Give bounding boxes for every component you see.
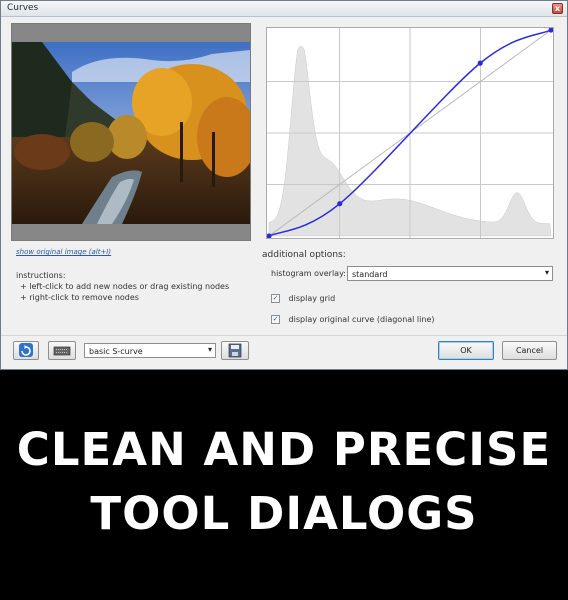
keyboard-button[interactable] [48, 341, 76, 360]
histogram-overlay-select[interactable]: standard ▾ [347, 266, 553, 281]
bottom-separator [1, 335, 567, 336]
window-title: Curves [7, 3, 39, 13]
chevron-down-icon: ▾ [544, 268, 549, 277]
display-grid-option[interactable]: ✓ display grid [271, 294, 335, 303]
display-diagonal-option[interactable]: ✓ display original curve (diagonal line) [271, 315, 435, 324]
refresh-icon [19, 343, 33, 357]
curve-canvas[interactable] [267, 28, 553, 238]
additional-options-title: additional options: [262, 250, 346, 260]
promo-caption: CLEAN AND PRECISE TOOL DIALOGS [0, 418, 568, 546]
ok-button[interactable]: OK [438, 341, 494, 360]
curve-node[interactable] [477, 60, 483, 66]
histogram-overlay-label: histogram overlay: [271, 269, 346, 278]
display-grid-checkbox[interactable]: ✓ [271, 294, 280, 303]
display-diagonal-label: display original curve (diagonal line) [288, 315, 435, 324]
curves-dialog: Curves x show original image (alt+I) ins… [0, 0, 568, 370]
save-preset-button[interactable] [221, 341, 249, 360]
save-icon [228, 343, 242, 358]
display-diagonal-checkbox[interactable]: ✓ [271, 315, 280, 324]
curve-graph[interactable] [266, 27, 554, 239]
title-bar[interactable]: Curves x [1, 1, 567, 17]
histogram-overlay-value: standard [352, 270, 388, 279]
reset-button[interactable] [13, 341, 39, 360]
chevron-down-icon: ▾ [207, 345, 212, 354]
cancel-button[interactable]: Cancel [502, 341, 557, 360]
instructions-heading: instructions: [16, 271, 66, 280]
preview-photo [12, 42, 250, 224]
caption-line-1: CLEAN AND PRECISE [16, 423, 552, 476]
preset-value: basic S-curve [89, 347, 143, 356]
display-grid-label: display grid [288, 294, 336, 303]
preset-select[interactable]: basic S-curve ▾ [84, 343, 216, 358]
image-preview [11, 23, 251, 241]
curve-node[interactable] [337, 201, 343, 207]
caption-line-2: TOOL DIALOGS [90, 487, 478, 540]
close-button[interactable]: x [552, 3, 563, 14]
keyboard-icon [53, 346, 71, 356]
show-original-link[interactable]: show original image (alt+I) [16, 248, 111, 256]
instruction-item: + right-click to remove nodes [20, 293, 139, 302]
instruction-item: + left-click to add new nodes or drag ex… [20, 282, 230, 291]
instructions: instructions: + left-click to add new no… [16, 270, 229, 303]
